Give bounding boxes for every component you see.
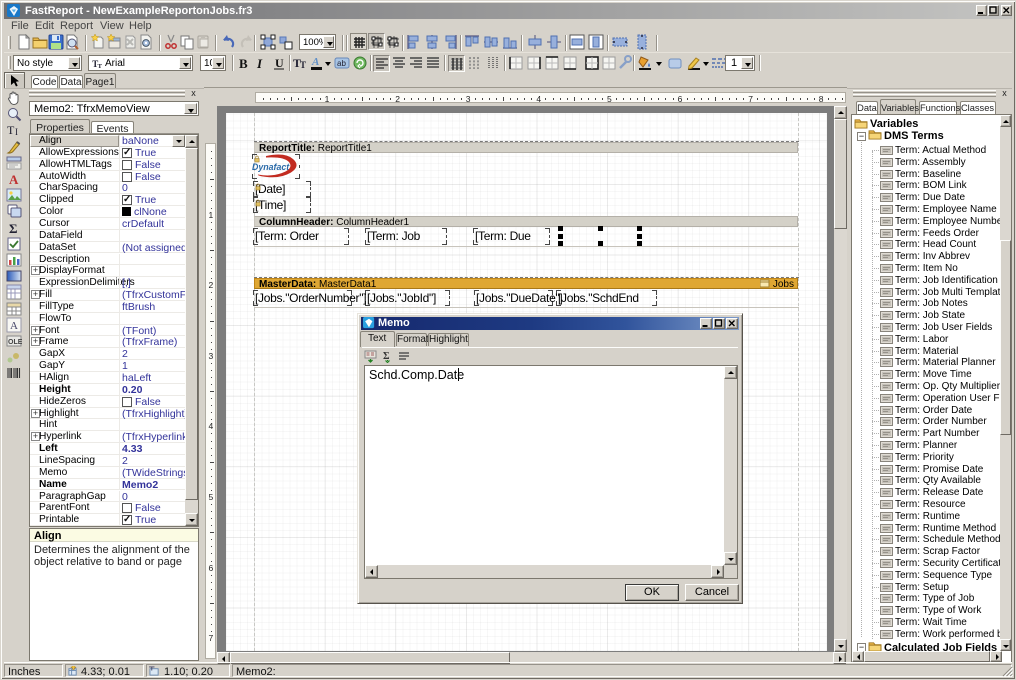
svg-text:B: B — [239, 56, 248, 71]
svg-text:Dynafact: Dynafact — [252, 162, 290, 172]
svg-text:T: T — [300, 60, 306, 70]
svg-text:Σ: Σ — [9, 221, 18, 236]
svg-text:T: T — [7, 123, 15, 137]
svg-text:U: U — [275, 56, 284, 70]
svg-text:ab: ab — [337, 59, 346, 68]
svg-text:I: I — [15, 127, 18, 137]
svg-text:A: A — [10, 320, 18, 332]
svg-text:A: A — [311, 56, 319, 68]
svg-text:OLE: OLE — [8, 339, 22, 346]
svg-text:A: A — [9, 172, 19, 187]
svg-text:T: T — [98, 63, 103, 70]
svg-text:I: I — [256, 56, 263, 71]
